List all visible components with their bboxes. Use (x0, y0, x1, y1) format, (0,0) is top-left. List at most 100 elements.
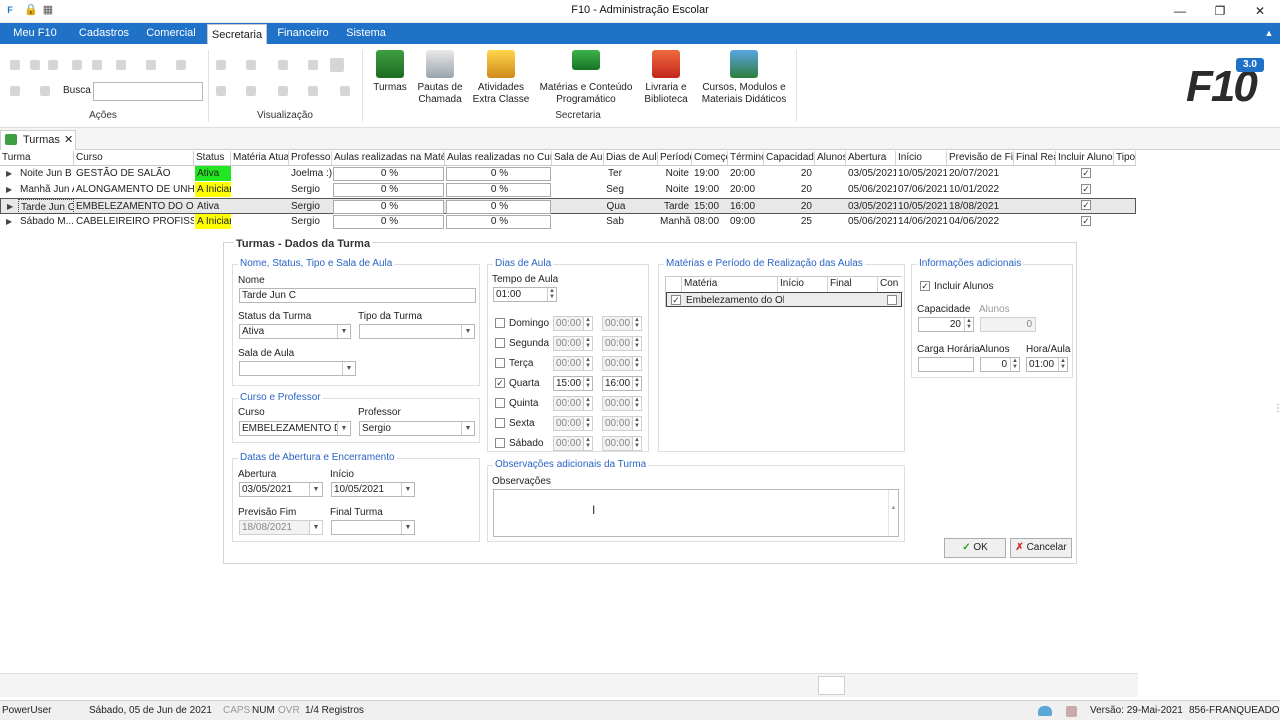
table-row-selected[interactable]: ✓ Embelezamento do Olha (666, 292, 902, 307)
column-header[interactable]: Final Real (1014, 151, 1056, 166)
column-header[interactable]: Curso (74, 151, 194, 166)
incluir-alunos-checkbox[interactable]: ✓ (1081, 200, 1091, 210)
doc-tab-turmas[interactable]: Turmas ✕ (0, 130, 76, 150)
sala-select[interactable]: ▼ (239, 361, 356, 376)
spinner-icon[interactable]: ▲ ▼ (964, 318, 973, 331)
professor-select[interactable]: Sergio ▼ (359, 421, 475, 436)
tab-comercial[interactable]: Comercial (140, 23, 202, 44)
maximize-icon[interactable]: ❐ (1200, 0, 1240, 22)
abertura-date[interactable]: 03/05/2021 ▼ (239, 482, 323, 497)
search-input[interactable] (93, 82, 203, 101)
cube-icon[interactable] (40, 86, 50, 96)
materia-checkbox[interactable]: ✓ (671, 295, 681, 305)
minimize-icon[interactable]: — (1160, 0, 1200, 22)
ok-button[interactable]: ✓ OK (944, 538, 1006, 558)
incluir-alunos-checkbox[interactable]: ✓ (1081, 216, 1091, 226)
chevron-down-icon[interactable]: ▼ (309, 483, 322, 496)
tools-icon[interactable] (10, 86, 20, 96)
column-header[interactable]: Término (728, 151, 764, 166)
tab-sistema[interactable]: Sistema (340, 23, 392, 44)
chart-icon[interactable] (308, 86, 318, 96)
sort-icon[interactable] (216, 60, 226, 70)
day-start-time[interactable]: 15:00 ▲ ▼ (553, 376, 593, 391)
column-header[interactable]: Final (828, 277, 878, 292)
chevron-down-icon[interactable]: ▼ (401, 483, 414, 496)
group-icon[interactable] (278, 60, 288, 70)
expand-row-icon[interactable]: ▶ (6, 214, 12, 229)
close-icon[interactable]: ✕ (1240, 0, 1280, 22)
column-header[interactable]: Sala de Aula (552, 151, 604, 166)
cursos-modulos-button[interactable]: Cursos, Modulos e Materiais Didáticos (698, 50, 790, 106)
chevron-down-icon[interactable]: ▼ (342, 362, 355, 375)
pautas-chamada-button[interactable]: Pautas de Chamada (414, 50, 466, 106)
column-header[interactable]: Período (658, 151, 692, 166)
calendar-icon[interactable] (1066, 706, 1077, 717)
column-header[interactable]: Matéria (682, 277, 778, 292)
column-header[interactable]: Aulas realizadas no Curso (445, 151, 552, 166)
day-end-time[interactable]: 16:00 ▲ ▼ (602, 376, 642, 391)
expand-row-icon[interactable]: ▶ (6, 182, 12, 197)
column-header[interactable]: Início (896, 151, 947, 166)
add-icon[interactable] (10, 60, 20, 70)
hora-aula-input[interactable]: 01:00 ▲ ▼ (1026, 357, 1068, 372)
layout-icon[interactable] (330, 58, 344, 72)
table-row[interactable]: ▶ Sábado M... CABELEIREIRO PROFISSI... A… (0, 214, 1136, 230)
curso-select[interactable]: EMBELEZAMENTO DO O ▼ (239, 421, 351, 436)
livraria-biblioteca-button[interactable]: Livraria e Biblioteca (640, 50, 692, 106)
copy-icon[interactable] (72, 60, 82, 70)
scrollbar-thumb[interactable] (818, 676, 845, 695)
table-row[interactable]: ▶ Manhã Jun A ALONGAMENTO DE UNHAS A Ini… (0, 182, 1136, 198)
document-icon[interactable] (92, 60, 102, 70)
tempo-input[interactable]: 01:00 ▲ ▼ (493, 287, 557, 302)
table-row-selected[interactable]: ▶ Tarde Jun C EMBELEZAMENTO DO OLHAR Ati… (0, 198, 1136, 214)
column-header[interactable]: Início (778, 277, 828, 292)
spinner-icon[interactable]: ▲ ▼ (1010, 358, 1019, 371)
tab-meu-f10[interactable]: Meu F10 (6, 23, 64, 44)
column-header[interactable]: Incluir Alunos (1056, 151, 1114, 166)
day-checkbox[interactable] (495, 338, 505, 348)
column-header[interactable]: Matéria Atual (231, 151, 289, 166)
export-icon[interactable] (308, 60, 318, 70)
day-checkbox[interactable] (495, 318, 505, 328)
star-icon[interactable] (146, 60, 156, 70)
tab-financeiro[interactable]: Financeiro (272, 23, 334, 44)
print-icon[interactable] (116, 60, 126, 70)
spinner-icon[interactable]: ▲ ▼ (1058, 358, 1067, 371)
horizontal-scrollbar[interactable] (0, 673, 1138, 697)
scrollbar[interactable]: ▲▼ (888, 490, 898, 536)
day-checkbox[interactable] (495, 398, 505, 408)
inicio-date[interactable]: 10/05/2021 ▼ (331, 482, 415, 497)
tab-cadastros[interactable]: Cadastros (72, 23, 136, 44)
incluir-alunos-checkbox[interactable]: ✓ (1081, 184, 1091, 194)
bar-chart-icon[interactable] (340, 86, 350, 96)
carga-horaria-input[interactable] (918, 357, 974, 372)
column-header[interactable]: Começo (692, 151, 728, 166)
final-date[interactable]: ▼ (331, 520, 415, 535)
status-select[interactable]: Ativa ▼ (239, 324, 351, 339)
edit-icon[interactable] (30, 60, 40, 70)
day-checkbox[interactable] (495, 358, 505, 368)
column-header[interactable]: Capacidade (764, 151, 815, 166)
column-header[interactable]: Professor (289, 151, 332, 166)
day-checkbox[interactable]: ✓ (495, 378, 505, 388)
chevron-down-icon[interactable]: ▼ (461, 325, 474, 338)
materias-conteudo-button[interactable]: Matérias e Conteúdo Programático (536, 50, 636, 106)
collapse-ribbon-icon[interactable]: ▲ (1262, 23, 1276, 44)
table-icon[interactable] (278, 86, 288, 96)
column-header[interactable]: Dias de Aula (604, 151, 658, 166)
grid-icon[interactable] (216, 86, 226, 96)
atividades-extra-classe-button[interactable]: Atividades Extra Classe (470, 50, 532, 106)
cloud-icon[interactable] (1038, 706, 1052, 716)
column-header[interactable]: Status (194, 151, 231, 166)
columns-icon[interactable] (246, 86, 256, 96)
turmas-button[interactable]: Turmas (370, 50, 410, 94)
day-checkbox[interactable] (495, 438, 505, 448)
tipo-select[interactable]: ▼ (359, 324, 475, 339)
incluir-alunos-checkbox[interactable]: ✓ (1081, 168, 1091, 178)
column-header[interactable]: Tipo (1114, 151, 1136, 166)
column-header[interactable]: Aulas realizadas na Matéria (332, 151, 445, 166)
column-header[interactable]: Alunos (815, 151, 846, 166)
spinner-icon[interactable]: ▲ ▼ (547, 288, 556, 301)
table-row[interactable]: ▶ Noite Jun B GESTÃO DE SALÃO Ativa Joel… (0, 166, 1136, 182)
con-checkbox[interactable] (887, 295, 897, 305)
